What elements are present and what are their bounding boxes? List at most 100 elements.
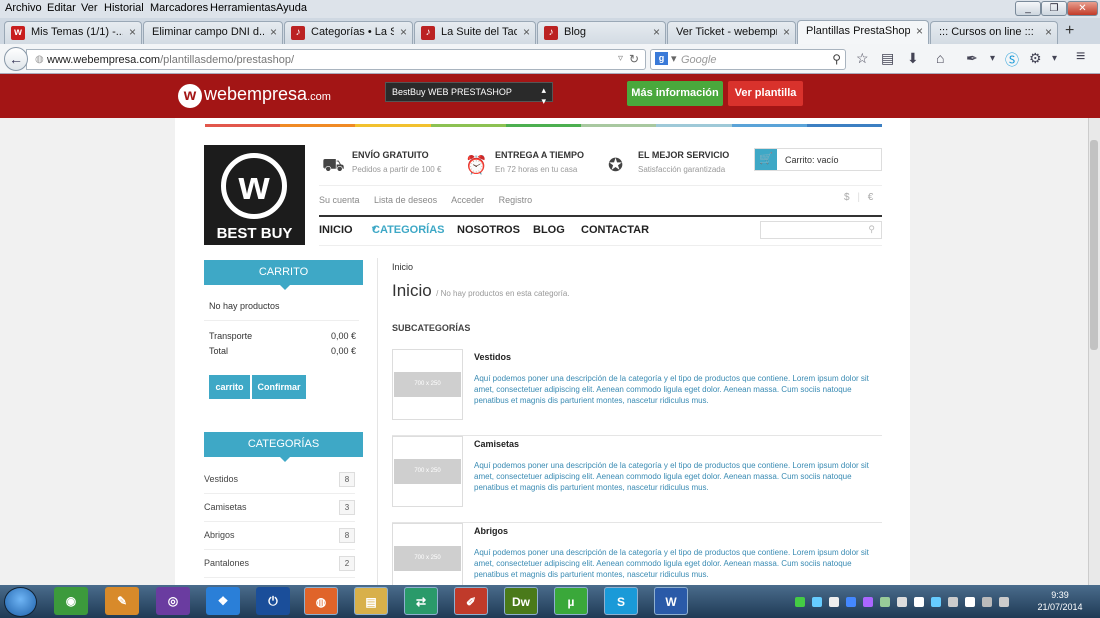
category-item[interactable]: Abrigos 8 bbox=[204, 522, 355, 550]
browser-tab[interactable]: Eliminar campo DNI d... × bbox=[143, 21, 283, 44]
paint-icon[interactable]: ✎ bbox=[105, 587, 139, 615]
browser-tab[interactable]: w Mis Temas (1/1) -... × bbox=[4, 21, 142, 44]
sync-tray-icon[interactable] bbox=[795, 597, 805, 607]
back-button[interactable]: ← bbox=[4, 47, 28, 71]
category-item[interactable]: Pantalones 2 bbox=[204, 550, 355, 578]
theme-select[interactable]: BestBuy WEB PRESTASHOP ▴ ▾ bbox=[385, 82, 553, 106]
minimize-button[interactable]: _ bbox=[1015, 1, 1041, 16]
download-icon[interactable]: ⬇ bbox=[907, 50, 919, 67]
engine-dropdown-icon[interactable]: ▾ bbox=[671, 52, 677, 65]
tab-close-icon[interactable]: × bbox=[400, 25, 407, 39]
close-window-button[interactable]: ✕ bbox=[1067, 1, 1098, 16]
subcategory-image[interactable]: 700 x 250 bbox=[392, 436, 463, 507]
shop-logo[interactable]: w BEST BUY bbox=[204, 145, 305, 245]
explorer-icon[interactable]: ▤ bbox=[354, 587, 388, 615]
eyedropper-icon[interactable]: ✒ bbox=[966, 50, 978, 67]
reload-icon[interactable]: ↻ bbox=[629, 52, 639, 66]
search-icon[interactable]: ⚲ bbox=[832, 52, 841, 66]
browser-tab[interactable]: Ver Ticket - webempr... × bbox=[667, 21, 796, 44]
menu-editar[interactable]: Editar bbox=[47, 2, 76, 14]
categories-block-heading[interactable]: CATEGORÍAS bbox=[204, 432, 363, 462]
signal-tray-icon[interactable] bbox=[948, 597, 958, 607]
currency-euro[interactable]: € bbox=[868, 192, 874, 203]
subcategory-image[interactable]: 700 x 250 bbox=[392, 349, 463, 420]
nav-inicio[interactable]: INICIO bbox=[319, 224, 353, 236]
tab-close-icon[interactable]: × bbox=[270, 25, 277, 39]
webempresa-logo-icon[interactable]: w bbox=[178, 84, 202, 108]
scrollbar-thumb[interactable] bbox=[1090, 140, 1098, 350]
more-info-button[interactable]: Más información bbox=[627, 81, 723, 106]
sync-icon[interactable]: ⇄ bbox=[404, 587, 438, 615]
subcategory-title[interactable]: Camisetas bbox=[474, 439, 519, 449]
link-login[interactable]: Acceder bbox=[451, 195, 484, 205]
search-icon[interactable]: ⚲ bbox=[868, 224, 875, 235]
dreamweaver-icon[interactable]: Dw bbox=[504, 587, 538, 615]
nav-nosotros[interactable]: NOSOTROS bbox=[457, 224, 520, 236]
onenote-tray-icon[interactable] bbox=[863, 597, 873, 607]
browser-tab[interactable]: ♪ Categorías • La Su... × bbox=[284, 21, 413, 44]
confirm-button[interactable]: Confirmar bbox=[252, 375, 306, 399]
browser-tab[interactable]: ♪ La Suite del Tacón × bbox=[414, 21, 536, 44]
header-cart[interactable]: 🛒 Carrito: vacío bbox=[754, 148, 882, 171]
flag-tray-icon[interactable] bbox=[965, 597, 975, 607]
skype-addon-icon[interactable]: Ⓢ bbox=[1005, 50, 1019, 70]
extension-icon[interactable]: ⚙ bbox=[1029, 50, 1042, 67]
link-register[interactable]: Registro bbox=[499, 195, 533, 205]
power-icon[interactable]: ⏻ bbox=[256, 587, 290, 615]
maximize-button[interactable]: ❐ bbox=[1041, 1, 1067, 16]
category-item[interactable]: Vestidos 8 bbox=[204, 466, 355, 494]
nav-contactar[interactable]: CONTACTAR bbox=[581, 224, 649, 236]
menu-archivo[interactable]: Archivo bbox=[5, 2, 42, 14]
word-icon[interactable]: W bbox=[654, 587, 688, 615]
url-bar[interactable]: ◍ www.webempresa.com/plantillasdemo/pres… bbox=[26, 49, 646, 70]
browser-tab[interactable]: Plantillas PrestaShop -... × bbox=[797, 20, 929, 45]
menu-ayuda[interactable]: Ayuda bbox=[276, 2, 307, 14]
menu-hamburger-icon[interactable]: ≡ bbox=[1076, 48, 1085, 66]
chrome-icon[interactable]: ◉ bbox=[54, 587, 88, 615]
link-wishlist[interactable]: Lista de deseos bbox=[374, 195, 437, 205]
update-tray-icon[interactable] bbox=[880, 597, 890, 607]
browser-tab[interactable]: ::: Cursos on line ::: × bbox=[930, 21, 1058, 44]
search-bar[interactable]: g ▾ Google ⚲ bbox=[650, 49, 846, 70]
subcategory-title[interactable]: Abrigos bbox=[474, 526, 508, 536]
view-template-button[interactable]: Ver plantilla bbox=[728, 81, 803, 106]
system-clock[interactable]: 9:39 21/07/2014 bbox=[1030, 589, 1090, 613]
network-tray-icon[interactable] bbox=[812, 597, 822, 607]
tab-close-icon[interactable]: × bbox=[916, 24, 923, 38]
tab-close-icon[interactable]: × bbox=[1045, 25, 1052, 39]
subcategory-title[interactable]: Vestidos bbox=[474, 352, 511, 362]
overflow-dropdown-icon[interactable]: ▾ bbox=[1052, 53, 1057, 64]
skype-icon[interactable]: S bbox=[604, 587, 638, 615]
speaker-tray-icon[interactable] bbox=[982, 597, 992, 607]
notification-tray-icon[interactable] bbox=[999, 597, 1009, 607]
tab-close-icon[interactable]: × bbox=[129, 25, 136, 39]
usb-tray-icon[interactable] bbox=[897, 597, 907, 607]
tab-close-icon[interactable]: × bbox=[783, 25, 790, 39]
menu-historial[interactable]: Historial bbox=[104, 2, 144, 14]
menu-herramientas[interactable]: Herramientas bbox=[210, 2, 276, 14]
category-item[interactable]: Camisetas 3 bbox=[204, 494, 355, 522]
nav-blog[interactable]: BLOG bbox=[533, 224, 565, 236]
skype-tray-icon[interactable] bbox=[846, 597, 856, 607]
menu-marcadores[interactable]: Marcadores bbox=[150, 2, 208, 14]
subcategory-image[interactable]: 700 x 250 bbox=[392, 523, 463, 594]
menu-ver[interactable]: Ver bbox=[81, 2, 98, 14]
link-account[interactable]: Su cuenta bbox=[319, 195, 360, 205]
webempresa-logo[interactable]: webempresa.com bbox=[204, 84, 331, 105]
media-icon[interactable]: ◎ bbox=[156, 587, 190, 615]
dropbox-icon[interactable]: ❖ bbox=[206, 587, 240, 615]
cart-block-heading[interactable]: CARRITO bbox=[204, 260, 363, 290]
firefox-icon[interactable]: ◍ bbox=[304, 587, 338, 615]
bookmarks-list-icon[interactable]: ▤ bbox=[881, 50, 894, 67]
utorrent-icon[interactable]: µ bbox=[554, 587, 588, 615]
new-tab-icon[interactable]: + bbox=[1065, 22, 1074, 40]
addon-dropdown-icon[interactable]: ▾ bbox=[990, 53, 995, 64]
dropbox-tray-icon[interactable] bbox=[829, 597, 839, 607]
currency-dollar[interactable]: $ bbox=[844, 192, 850, 203]
brush-icon[interactable]: ✐ bbox=[454, 587, 488, 615]
power-tray-icon[interactable] bbox=[914, 597, 924, 607]
home-icon[interactable]: ⌂ bbox=[936, 50, 944, 66]
tab-close-icon[interactable]: × bbox=[653, 25, 660, 39]
bookmark-star-icon[interactable]: ☆ bbox=[856, 50, 869, 67]
shop-search-input[interactable]: ⚲ bbox=[760, 221, 882, 239]
